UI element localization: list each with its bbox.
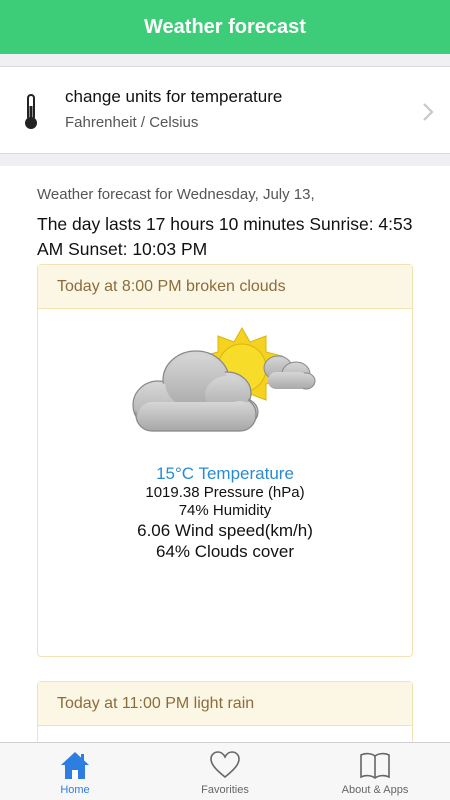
forecast-content: Weather forecast for Wednesday, July 13,… — [0, 166, 450, 742]
app-header: Weather forecast — [0, 0, 450, 54]
thermometer-icon — [25, 94, 37, 129]
forecast-card-title: Today at 8:00 PM broken clouds — [38, 265, 412, 309]
tab-about-apps[interactable]: About & Apps — [300, 743, 450, 800]
header-title: Weather forecast — [144, 15, 306, 38]
book-icon — [360, 752, 390, 779]
forecast-card: Today at 11:00 PM light rain — [37, 681, 413, 742]
small-cloud-shape — [263, 355, 316, 390]
clouds-cover-value: 64% Clouds cover — [156, 542, 294, 561]
change-units-row[interactable]: change units for temperature Fahrenheit … — [0, 66, 450, 154]
chevron-right-icon — [423, 103, 434, 121]
weather-stats: 15°C Temperature 1019.38 Pressure (hPa) … — [38, 463, 412, 562]
wind-speed-value: 6.06 Wind speed(km/h) — [137, 521, 313, 540]
tab-favorities[interactable]: Favorities — [150, 743, 300, 800]
pressure-value: 1019.38 Pressure (hPa) — [145, 484, 305, 501]
forecast-card-title: Today at 11:00 PM light rain — [38, 682, 412, 726]
temperature-value: 15°C Temperature — [156, 464, 294, 483]
tab-label: About & Apps — [341, 784, 409, 796]
forecast-card: Today at 8:00 PM broken clouds 15°C Temp… — [37, 264, 413, 657]
home-icon — [61, 752, 89, 779]
settings-title: change units for temperature — [65, 87, 283, 106]
tab-label: Home — [60, 784, 90, 796]
heart-icon — [210, 751, 240, 779]
tab-home[interactable]: Home — [0, 743, 150, 800]
tab-label: Favorities — [201, 784, 249, 796]
humidity-value: 74% Humidity — [178, 502, 272, 519]
settings-subtitle: Fahrenheit / Celsius — [65, 114, 199, 131]
forecast-date: Weather forecast for Wednesday, July 13, — [37, 186, 315, 203]
broken-clouds-icon — [132, 326, 316, 432]
day-info: The day lasts 17 hours 10 minutes Sunris… — [37, 214, 413, 259]
tab-bar: Home Favorities About & Apps — [0, 742, 450, 800]
